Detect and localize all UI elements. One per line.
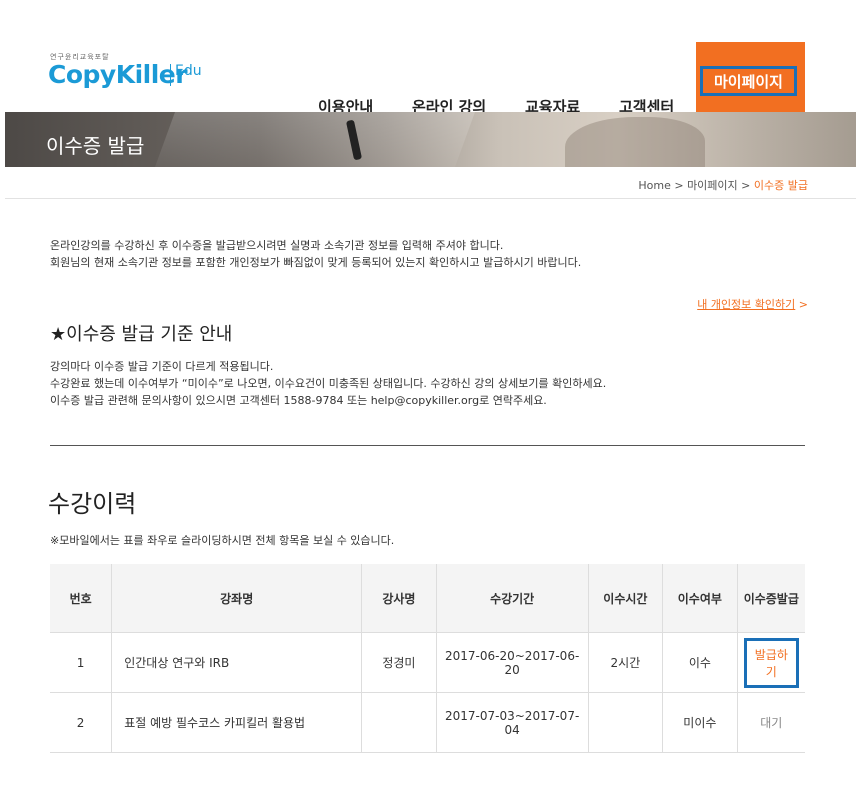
cell-period: 2017-06-20~2017-06-20: [435, 632, 589, 693]
cell-period: 2017-07-03~2017-07-04: [435, 692, 589, 753]
mobile-note: ※모바일에서는 표를 좌우로 슬라이딩하시면 전체 항목을 보실 수 있습니다.: [50, 534, 395, 547]
breadcrumb-home[interactable]: Home: [638, 179, 670, 192]
hand-image: [565, 117, 705, 167]
page-title: 이수증 발급: [46, 134, 145, 158]
banner-decoration: [154, 112, 476, 167]
chevron-right-icon: >: [798, 298, 808, 311]
notice-body: 강의마다 이수증 발급 기준이 다르게 적용됩니다. 수강완료 했는데 이수여부…: [50, 358, 606, 409]
course-history-table: 번호 강좌명 강사명 수강기간 이수시간 이수여부 이수증발급 1 인간대상 연…: [50, 564, 805, 753]
intro-line: 온라인강의를 수강하신 후 이수증을 발급받으시려면 실명과 소속기관 정보를 …: [50, 239, 504, 252]
intro-text: 온라인강의를 수강하신 후 이수증을 발급받으시려면 실명과 소속기관 정보를 …: [50, 237, 581, 271]
cell-action: 대기: [736, 692, 805, 753]
cell-number: 2: [50, 692, 112, 753]
my-info-link-label[interactable]: 내 개인정보 확인하기: [697, 298, 795, 311]
col-certificate: 이수증발급: [736, 564, 805, 633]
notice-title: ★이수증 발급 기준 안내: [50, 324, 233, 345]
breadcrumb-separator: >: [741, 179, 751, 192]
history-title: 수강이력: [48, 490, 137, 518]
cell-action: 발급하기: [736, 632, 805, 693]
logo-separator: [170, 64, 171, 86]
section-divider: [50, 445, 805, 446]
notice-line: 수강완료 했는데 이수여부가 “미이수”로 나오면, 이수요건이 미충족된 상태…: [50, 377, 607, 390]
cell-number: 1: [50, 632, 112, 693]
certificate-pending-status: 대기: [760, 716, 783, 730]
intro-line: 회원님의 현재 소속기관 정보를 포함한 개인정보가 빠짐없이 맞게 등록되어 …: [50, 256, 582, 269]
col-hours: 이수시간: [587, 564, 663, 633]
nav-mypage-label[interactable]: 마이페이지: [700, 66, 797, 96]
col-status: 이수여부: [662, 564, 738, 633]
col-teacher: 강사명: [361, 564, 437, 633]
nav-mypage[interactable]: 마이페이지: [696, 42, 805, 112]
cell-status: 이수: [662, 632, 738, 693]
breadcrumb-current: 이수증 발급: [753, 179, 808, 192]
cell-course: 표절 예방 필수코스 카피킬러 활용법: [111, 692, 362, 753]
col-period: 수강기간: [435, 564, 589, 633]
table-row: 2 표절 예방 필수코스 카피킬러 활용법 2017-07-03~2017-07…: [50, 692, 805, 753]
cell-teacher: 정경미: [361, 632, 437, 693]
issue-certificate-button[interactable]: 발급하기: [743, 637, 799, 688]
breadcrumb: Home > 마이페이지 > 이수증 발급: [638, 177, 808, 193]
breadcrumb-mypage[interactable]: 마이페이지: [687, 179, 738, 192]
cell-hours: 2시간: [587, 632, 663, 693]
col-course: 강좌명: [111, 564, 362, 633]
divider: [5, 198, 856, 199]
breadcrumb-separator: >: [674, 179, 684, 192]
col-number: 번호: [50, 564, 112, 633]
cell-course: 인간대상 연구와 IRB: [111, 632, 362, 693]
cell-status: 미이수: [662, 692, 738, 753]
logo-edu: Edu: [175, 63, 202, 79]
my-info-link[interactable]: 내 개인정보 확인하기 >: [697, 296, 808, 312]
table-row: 1 인간대상 연구와 IRB 정경미 2017-06-20~2017-06-20…: [50, 632, 805, 693]
notice-line: 이수증 발급 관련해 문의사항이 있으시면 고객센터 1588-9784 또는 …: [50, 394, 547, 407]
cell-teacher: [361, 692, 437, 753]
cell-hours: [587, 692, 663, 753]
table-header-row: 번호 강좌명 강사명 수강기간 이수시간 이수여부 이수증발급: [50, 564, 805, 633]
logo[interactable]: CopyKiller: [48, 60, 188, 89]
notice-line: 강의마다 이수증 발급 기준이 다르게 적용됩니다.: [50, 360, 274, 373]
